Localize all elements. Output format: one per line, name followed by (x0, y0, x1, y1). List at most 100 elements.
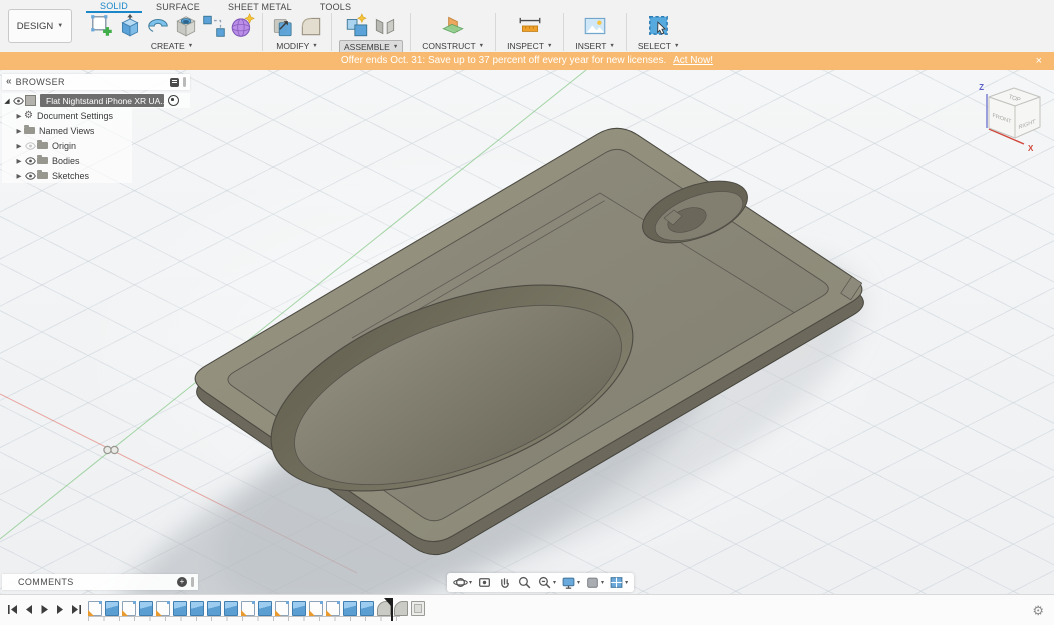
chevron-down-icon[interactable]: ▾ (625, 579, 628, 586)
chevron-down-icon: ▼ (478, 43, 485, 49)
expand-arrow-icon[interactable]: ▶ (14, 172, 24, 180)
eye-icon[interactable] (24, 171, 37, 180)
zoom-button[interactable] (517, 575, 532, 590)
timeline-feature[interactable] (105, 601, 119, 616)
create-form-icon[interactable] (229, 13, 255, 39)
expand-arrow-icon[interactable]: ▶ (14, 112, 24, 120)
browser-row-named-views[interactable]: ▶ Named Views (2, 123, 132, 138)
eye-icon[interactable] (24, 156, 37, 165)
inspect-menu-button[interactable]: INSPECT ▼ (503, 40, 556, 52)
toolbar-divider (262, 13, 263, 51)
go-to-start-button[interactable] (6, 603, 19, 616)
pan-button[interactable] (497, 575, 512, 590)
extrude-icon[interactable] (117, 13, 143, 39)
insert-image-icon[interactable] (582, 13, 608, 39)
display-settings-button[interactable]: ▾ (561, 575, 580, 590)
timeline-feature[interactable] (309, 601, 323, 616)
orbit-button[interactable]: ▾ (453, 575, 472, 590)
select-icon[interactable] (646, 13, 672, 39)
panel-resize-handle[interactable] (191, 577, 194, 587)
browser-row-bodies[interactable]: ▶ Bodies (2, 153, 132, 168)
look-at-button[interactable] (477, 575, 492, 590)
browser-row-sketches[interactable]: ▶ Sketches (2, 168, 132, 183)
browser-filter-icon[interactable] (170, 77, 179, 87)
tab-solid[interactable]: SOLID (86, 0, 143, 13)
revolve-icon[interactable] (145, 13, 171, 39)
banner-close-icon[interactable]: × (1036, 52, 1042, 70)
timeline-feature[interactable] (394, 601, 408, 616)
go-to-end-button[interactable] (70, 603, 83, 616)
timeline-feature[interactable] (190, 601, 204, 616)
timeline-feature[interactable] (241, 601, 255, 616)
chevron-down-icon[interactable]: ▾ (577, 579, 580, 586)
view-cube[interactable]: Z X TOP FRONT RIGHT (979, 83, 1041, 153)
viewports-button[interactable]: ▾ (609, 575, 628, 590)
origin-point[interactable] (103, 445, 119, 455)
play-button[interactable] (38, 603, 51, 616)
chevron-down-icon[interactable]: ▾ (553, 579, 556, 586)
insert-menu-button[interactable]: INSERT ▼ (571, 40, 618, 52)
construction-plane-icon[interactable] (440, 13, 466, 39)
viewport-3d[interactable]: Z X TOP FRONT RIGHT « BROWSER ◢ Flat Nig… (0, 70, 1054, 594)
timeline-position-marker[interactable] (384, 598, 393, 621)
tab-sheet-metal[interactable]: SHEET METAL (214, 1, 306, 13)
banner-link[interactable]: Act Now! (673, 55, 713, 66)
expand-arrow-icon[interactable]: ◢ (2, 97, 12, 105)
joint-icon[interactable] (372, 13, 398, 39)
eye-hidden-icon[interactable] (24, 141, 37, 150)
select-menu-button[interactable]: SELECT ▼ (634, 40, 684, 52)
measure-icon[interactable] (517, 13, 543, 39)
rectangular-pattern-icon[interactable] (201, 13, 227, 39)
chevron-down-icon[interactable]: ▾ (601, 579, 604, 586)
panel-resize-handle[interactable] (183, 77, 186, 87)
fillet-icon[interactable] (298, 13, 324, 39)
timeline-feature[interactable] (88, 601, 102, 616)
modify-menu-button[interactable]: MODIFY ▼ (272, 40, 322, 52)
expand-arrow-icon[interactable]: ▶ (14, 157, 24, 165)
timeline-feature[interactable] (122, 601, 136, 616)
expand-arrow-icon[interactable]: ▶ (14, 127, 24, 135)
collapse-panel-icon[interactable]: « (6, 77, 12, 87)
step-forward-button[interactable] (54, 603, 67, 616)
browser-root-row[interactable]: ◢ Flat Nightstand iPhone XR UA... (2, 93, 190, 108)
eye-icon[interactable] (12, 96, 25, 105)
browser-header[interactable]: « BROWSER (2, 74, 190, 90)
chevron-down-icon[interactable]: ▾ (469, 579, 472, 586)
timeline-feature[interactable] (360, 601, 374, 616)
timeline-feature[interactable] (292, 601, 306, 616)
grid-settings-button[interactable]: ▾ (585, 575, 604, 590)
timeline-feature[interactable] (275, 601, 289, 616)
timeline-feature[interactable] (139, 601, 153, 616)
tab-tools[interactable]: TOOLS (306, 1, 365, 13)
timeline-feature[interactable] (156, 601, 170, 616)
step-back-button[interactable] (22, 603, 35, 616)
timeline-settings-gear-icon[interactable]: ⚙ (1032, 595, 1044, 625)
zoom-fit-button[interactable]: ▾ (537, 575, 556, 590)
create-menu-button[interactable]: CREATE ▼ (147, 40, 197, 52)
timeline-feature[interactable] (343, 601, 357, 616)
new-component-icon[interactable] (344, 13, 370, 39)
construct-menu-button[interactable]: CONSTRUCT ▼ (418, 40, 488, 52)
add-comment-button[interactable]: + (177, 577, 187, 587)
design-workspace-dropdown[interactable]: DESIGN ▼ (8, 9, 72, 43)
expand-arrow-icon[interactable]: ▶ (14, 142, 24, 150)
browser-item-label: Named Views (39, 125, 95, 136)
browser-title: BROWSER (15, 77, 65, 87)
timeline-feature[interactable] (411, 601, 425, 616)
timeline-feature[interactable] (207, 601, 221, 616)
create-sketch-icon[interactable] (89, 13, 115, 39)
browser-root-label[interactable]: Flat Nightstand iPhone XR UA... (40, 94, 164, 107)
press-pull-icon[interactable] (270, 13, 296, 39)
tab-surface[interactable]: SURFACE (142, 1, 214, 13)
timeline-feature[interactable] (173, 601, 187, 616)
browser-row-document-settings[interactable]: ▶ ⚙ Document Settings (2, 108, 132, 123)
hole-icon[interactable] (173, 13, 199, 39)
activate-component-icon[interactable] (168, 95, 179, 106)
browser-row-origin[interactable]: ▶ Origin (2, 138, 132, 153)
browser-item-label: Document Settings (36, 110, 114, 121)
comments-panel[interactable]: COMMENTS + (2, 574, 198, 590)
timeline-feature[interactable] (258, 601, 272, 616)
chevron-down-icon: ▼ (392, 44, 399, 50)
timeline-feature[interactable] (326, 601, 340, 616)
timeline-feature[interactable] (224, 601, 238, 616)
